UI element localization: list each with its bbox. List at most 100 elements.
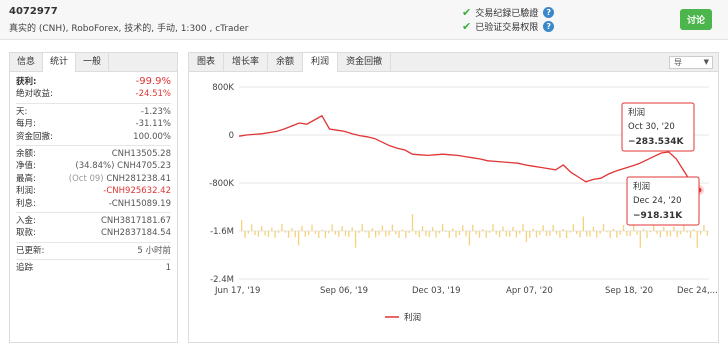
x-tick-label: Sep 06, '19 bbox=[320, 286, 368, 296]
stat-label: 天: bbox=[16, 106, 28, 117]
interest-bar bbox=[485, 231, 487, 238]
tab-growth[interactable]: 增长率 bbox=[224, 53, 269, 71]
stat-value: (34.84%) CNH4705.23 bbox=[75, 161, 171, 172]
interest-bar bbox=[351, 227, 353, 231]
interest-bar bbox=[267, 231, 270, 238]
interest-bar bbox=[321, 229, 323, 231]
y-tick-label: -800K bbox=[209, 179, 234, 189]
check-icon: ✔ bbox=[462, 20, 472, 33]
interest-bar bbox=[244, 231, 246, 238]
x-tick-label: Apr 07, '20 bbox=[506, 286, 553, 296]
tab-stats[interactable]: 统计 bbox=[43, 53, 77, 72]
tab-general[interactable]: 一般 bbox=[76, 53, 110, 71]
chevron-down-icon: ▼ bbox=[703, 58, 709, 66]
legend-label: 利润 bbox=[404, 312, 421, 323]
tab-profit[interactable]: 利润 bbox=[303, 53, 339, 72]
interest-bar bbox=[375, 231, 377, 238]
interest-bar bbox=[505, 231, 507, 237]
interest-bar bbox=[458, 231, 461, 236]
y-tick-label: -2.4M bbox=[210, 275, 234, 285]
interest-bar bbox=[435, 231, 437, 238]
interest-bar bbox=[314, 231, 316, 234]
interest-bar bbox=[488, 231, 491, 233]
interest-bar bbox=[679, 231, 682, 235]
interest-bar bbox=[381, 225, 383, 231]
interest-bar bbox=[254, 231, 256, 235]
interest-bar bbox=[606, 231, 608, 233]
interest-bar bbox=[385, 231, 387, 237]
interest-bar bbox=[462, 225, 464, 231]
stat-value: -99.9% bbox=[135, 76, 171, 87]
interest-bar bbox=[509, 231, 511, 237]
interest-bar bbox=[271, 227, 273, 231]
tab-balance[interactable]: 余额 bbox=[268, 53, 304, 71]
stat-row-tracking: 追踪 1 bbox=[10, 262, 177, 274]
stat-label: 资金回撤: bbox=[16, 131, 53, 142]
interest-bar bbox=[643, 228, 645, 231]
chart-panel: 图表 增长率 余额 利润 资金回撤 导 ▼ 800K 0 -800K -1.6M -2.4… bbox=[188, 52, 719, 343]
help-icon[interactable]: ? bbox=[543, 21, 555, 32]
interest-bar bbox=[552, 224, 554, 231]
stat-row-withdrawals: 取款: CNH2837184.54 bbox=[10, 227, 177, 239]
interest-bar bbox=[304, 231, 306, 237]
tab-chart[interactable]: 图表 bbox=[189, 53, 225, 71]
interest-bar bbox=[626, 231, 628, 236]
verify-trading-privileges: ✔ 已验证交易权限 ? bbox=[462, 20, 555, 33]
interest-bar bbox=[669, 231, 672, 237]
interest-bar bbox=[308, 231, 310, 236]
stat-row-highest: 最高: (Oct 09) CNH281238.41 bbox=[10, 173, 177, 185]
stat-label: 利息: bbox=[16, 198, 36, 209]
interest-bar bbox=[388, 231, 390, 236]
stat-label: 每月: bbox=[16, 119, 36, 130]
verify-track-record: ✔ 交易纪録已驗證 ? bbox=[462, 6, 555, 19]
interest-bar bbox=[368, 231, 370, 238]
interest-bar bbox=[596, 231, 598, 238]
stat-row-profit: 利润: -CNH925632.42 bbox=[10, 185, 177, 197]
stat-row-updated: 已更新: 5 小时前 bbox=[10, 245, 177, 257]
interest-bar bbox=[338, 231, 340, 237]
interest-bar bbox=[646, 231, 648, 238]
interest-bar bbox=[445, 231, 447, 233]
interest-bar bbox=[371, 228, 373, 231]
interest-bar bbox=[247, 231, 249, 234]
interest-bar bbox=[364, 231, 367, 233]
discuss-button[interactable]: 讨论 bbox=[680, 9, 712, 30]
interest-bar bbox=[468, 231, 471, 246]
account-id: 4072977 bbox=[9, 6, 58, 17]
verify-label-1: 交易纪録已驗證 bbox=[475, 9, 539, 19]
tooltip-title: 利润 bbox=[628, 107, 645, 118]
tab-drawdown[interactable]: 资金回撤 bbox=[338, 53, 392, 71]
interest-bar bbox=[502, 226, 504, 231]
interest-bar bbox=[348, 231, 350, 238]
interest-bar bbox=[629, 231, 631, 236]
interest-bar bbox=[257, 231, 260, 237]
interest-bar bbox=[294, 231, 296, 238]
interest-bar bbox=[636, 231, 638, 235]
export-dropdown[interactable]: 导 ▼ bbox=[669, 56, 713, 69]
interest-bar bbox=[639, 231, 641, 248]
interest-bar bbox=[693, 229, 695, 231]
stat-label: 净值: bbox=[16, 161, 36, 172]
interest-bar bbox=[512, 226, 514, 231]
interest-bar bbox=[425, 231, 427, 237]
tab-info[interactable]: 信息 bbox=[10, 53, 44, 71]
interest-bar bbox=[572, 224, 574, 231]
stat-value: CNH13505.28 bbox=[111, 148, 171, 159]
interest-bar bbox=[519, 231, 521, 234]
interest-bar bbox=[361, 224, 363, 231]
interest-bar bbox=[579, 231, 581, 238]
interest-bar bbox=[391, 224, 394, 231]
interest-bar bbox=[663, 226, 665, 231]
help-icon[interactable]: ? bbox=[543, 7, 555, 18]
interest-bar bbox=[341, 225, 343, 231]
interest-bar bbox=[358, 231, 360, 234]
x-tick-label: Dec 24,... bbox=[677, 286, 718, 296]
interest-bar bbox=[465, 231, 467, 237]
interest-bar bbox=[696, 231, 698, 248]
interest-bar bbox=[287, 231, 290, 238]
stat-value: CNH2837184.54 bbox=[100, 228, 171, 239]
interest-bar bbox=[378, 231, 380, 236]
stat-label: 余额: bbox=[16, 148, 36, 159]
interest-bar bbox=[478, 231, 481, 238]
stat-label: 获利: bbox=[16, 77, 37, 87]
